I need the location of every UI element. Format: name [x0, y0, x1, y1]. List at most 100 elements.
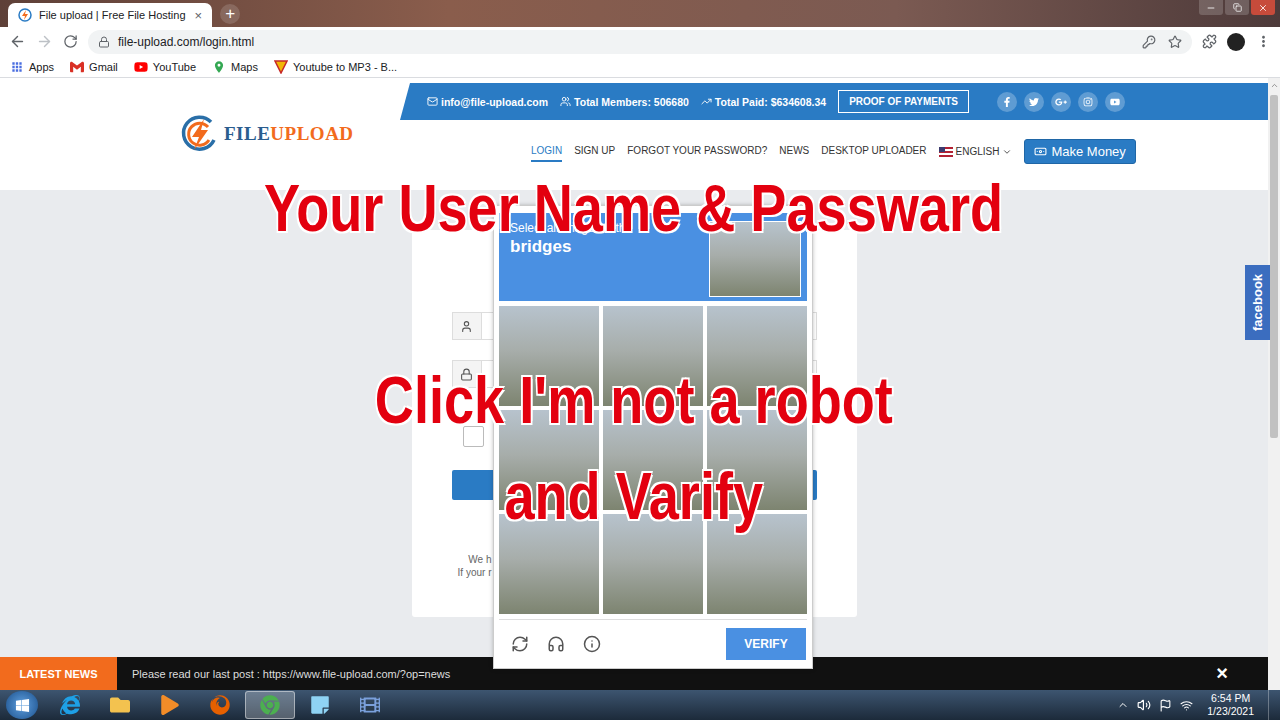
- bookmark-label: Youtube to MP3 - B...: [293, 61, 397, 73]
- address-bar[interactable]: file-upload.com/login.html: [88, 30, 1192, 54]
- lock-icon: [98, 36, 110, 48]
- nav-item[interactable]: LOGIN: [531, 141, 562, 162]
- headphones-icon[interactable]: [547, 635, 565, 653]
- captcha-sample-image: [709, 221, 801, 297]
- logo-mark-icon: [178, 113, 220, 155]
- show-desktop-button[interactable]: [1268, 690, 1280, 720]
- facebook-side-tab[interactable]: facebook: [1245, 265, 1270, 340]
- bookmark-label: YouTube: [153, 61, 196, 73]
- captcha-tile[interactable]: [707, 306, 807, 406]
- site-logo[interactable]: FILEUPLOAD: [0, 78, 400, 190]
- language-select[interactable]: ENGLISH: [939, 146, 1013, 157]
- taskbar-app[interactable]: [345, 691, 395, 719]
- show-hidden-icons-icon[interactable]: [1117, 699, 1129, 711]
- info-icon[interactable]: [583, 635, 601, 653]
- facebook-link[interactable]: [997, 92, 1017, 112]
- restore-button[interactable]: [1225, 0, 1249, 15]
- profile-avatar[interactable]: [1227, 33, 1245, 51]
- bookmark[interactable]: Gmail: [70, 60, 118, 74]
- captcha-tile[interactable]: [707, 514, 807, 614]
- news-label: LATEST NEWS: [0, 657, 117, 690]
- film-icon: [360, 695, 380, 715]
- make-money-button[interactable]: Make Money: [1024, 139, 1135, 164]
- url-text: file-upload.com/login.html: [118, 35, 254, 49]
- extensions-button[interactable]: [1202, 34, 1217, 49]
- action-center-icon[interactable]: [1159, 699, 1172, 712]
- captcha-tile[interactable]: [499, 514, 599, 614]
- lock-icon: [460, 368, 473, 381]
- email-link[interactable]: info@file-upload.com: [427, 96, 548, 108]
- clock[interactable]: 6:54 PM1/23/2021: [1201, 692, 1260, 718]
- nav-item[interactable]: NEWS: [779, 141, 809, 162]
- news-close-button[interactable]: ×: [1216, 662, 1228, 685]
- captcha-tile[interactable]: [499, 306, 599, 406]
- instagram-link[interactable]: [1078, 92, 1098, 112]
- menu-button[interactable]: [1255, 33, 1272, 50]
- window-controls: [1199, 0, 1280, 15]
- apps-icon: [10, 60, 24, 74]
- google-plus-link[interactable]: [1051, 92, 1071, 112]
- windows-icon: [15, 698, 30, 713]
- nav-item[interactable]: DESKTOP UPLOADER: [821, 141, 926, 162]
- clock-date: 1/23/2021: [1207, 705, 1254, 718]
- minimize-icon: [1206, 3, 1216, 13]
- browser-toolbar: file-upload.com/login.html: [0, 27, 1280, 56]
- bookmark[interactable]: Youtube to MP3 - B...: [274, 60, 397, 74]
- firefox-icon: [210, 695, 230, 715]
- taskbar-app[interactable]: [245, 691, 295, 719]
- captcha-tile[interactable]: [707, 410, 807, 510]
- tab-close-button[interactable]: ×: [193, 8, 205, 23]
- arrow-left-icon: [9, 33, 26, 50]
- captcha-tile[interactable]: [603, 306, 703, 406]
- new-tab-button[interactable]: +: [220, 4, 240, 24]
- forward-button[interactable]: [36, 33, 53, 50]
- scroll-thumb[interactable]: [1270, 95, 1278, 438]
- key-icon[interactable]: [1142, 35, 1156, 49]
- taskbar-app[interactable]: [195, 691, 245, 719]
- nav-item[interactable]: FORGOT YOUR PASSWORD?: [627, 141, 767, 162]
- logo-text: FILE: [224, 123, 270, 144]
- youtube-link[interactable]: [1105, 92, 1125, 112]
- users-icon: [560, 96, 571, 107]
- site-header: FILEUPLOADinfo@file-upload.comTotal Memb…: [0, 78, 1268, 190]
- facebook-icon: [1002, 97, 1012, 107]
- nav-item[interactable]: SIGN UP: [574, 141, 615, 162]
- back-button[interactable]: [9, 33, 26, 50]
- taskbar-app[interactable]: [145, 691, 195, 719]
- robot-checkbox[interactable]: [463, 426, 484, 447]
- folder-icon: [110, 695, 130, 715]
- taskbar-app[interactable]: [45, 691, 95, 719]
- minimize-button[interactable]: [1199, 0, 1223, 15]
- taskbar-app[interactable]: [95, 691, 145, 719]
- browser-tab[interactable]: File upload | Free File Hosting×: [8, 3, 212, 27]
- scrollbar[interactable]: [1268, 78, 1280, 690]
- close-window-button[interactable]: [1251, 0, 1275, 15]
- main-nav: LOGIN SIGN UP FORGOT YOUR PASSWORD? NEWS DES…: [400, 139, 1268, 164]
- captcha-footer: VERIFY: [499, 619, 807, 668]
- captcha-tile[interactable]: [603, 410, 703, 510]
- reload-button[interactable]: [63, 34, 78, 49]
- bookmark-label: Gmail: [89, 61, 118, 73]
- news-text[interactable]: Please read our last post : https://www.…: [117, 668, 450, 680]
- logo-text: UPLOAD: [270, 123, 353, 144]
- captcha-tile[interactable]: [499, 410, 599, 510]
- note-line: If your r: [412, 566, 492, 579]
- scroll-up-icon[interactable]: [1270, 78, 1279, 92]
- star-icon[interactable]: [1168, 35, 1182, 49]
- bookmark[interactable]: Apps: [10, 60, 54, 74]
- bookmark[interactable]: Maps: [212, 60, 258, 74]
- reload-challenge-icon[interactable]: [511, 635, 529, 653]
- taskbar-app[interactable]: [295, 691, 345, 719]
- header-right: info@file-upload.comTotal Members: 50668…: [400, 78, 1268, 190]
- volume-icon[interactable]: [1137, 698, 1151, 712]
- verify-button[interactable]: VERIFY: [726, 628, 806, 660]
- proof-of-payments-button[interactable]: PROOF OF PAYMENTS: [838, 90, 969, 113]
- start-button[interactable]: [6, 691, 38, 719]
- network-icon[interactable]: [1180, 699, 1193, 712]
- captcha-tile[interactable]: [603, 514, 703, 614]
- twitter-icon: [1029, 97, 1039, 107]
- twitter-link[interactable]: [1024, 92, 1044, 112]
- taskbar: 6:54 PM1/23/2021: [0, 690, 1280, 720]
- bookmark[interactable]: YouTube: [134, 60, 196, 74]
- maps-icon: [212, 60, 226, 74]
